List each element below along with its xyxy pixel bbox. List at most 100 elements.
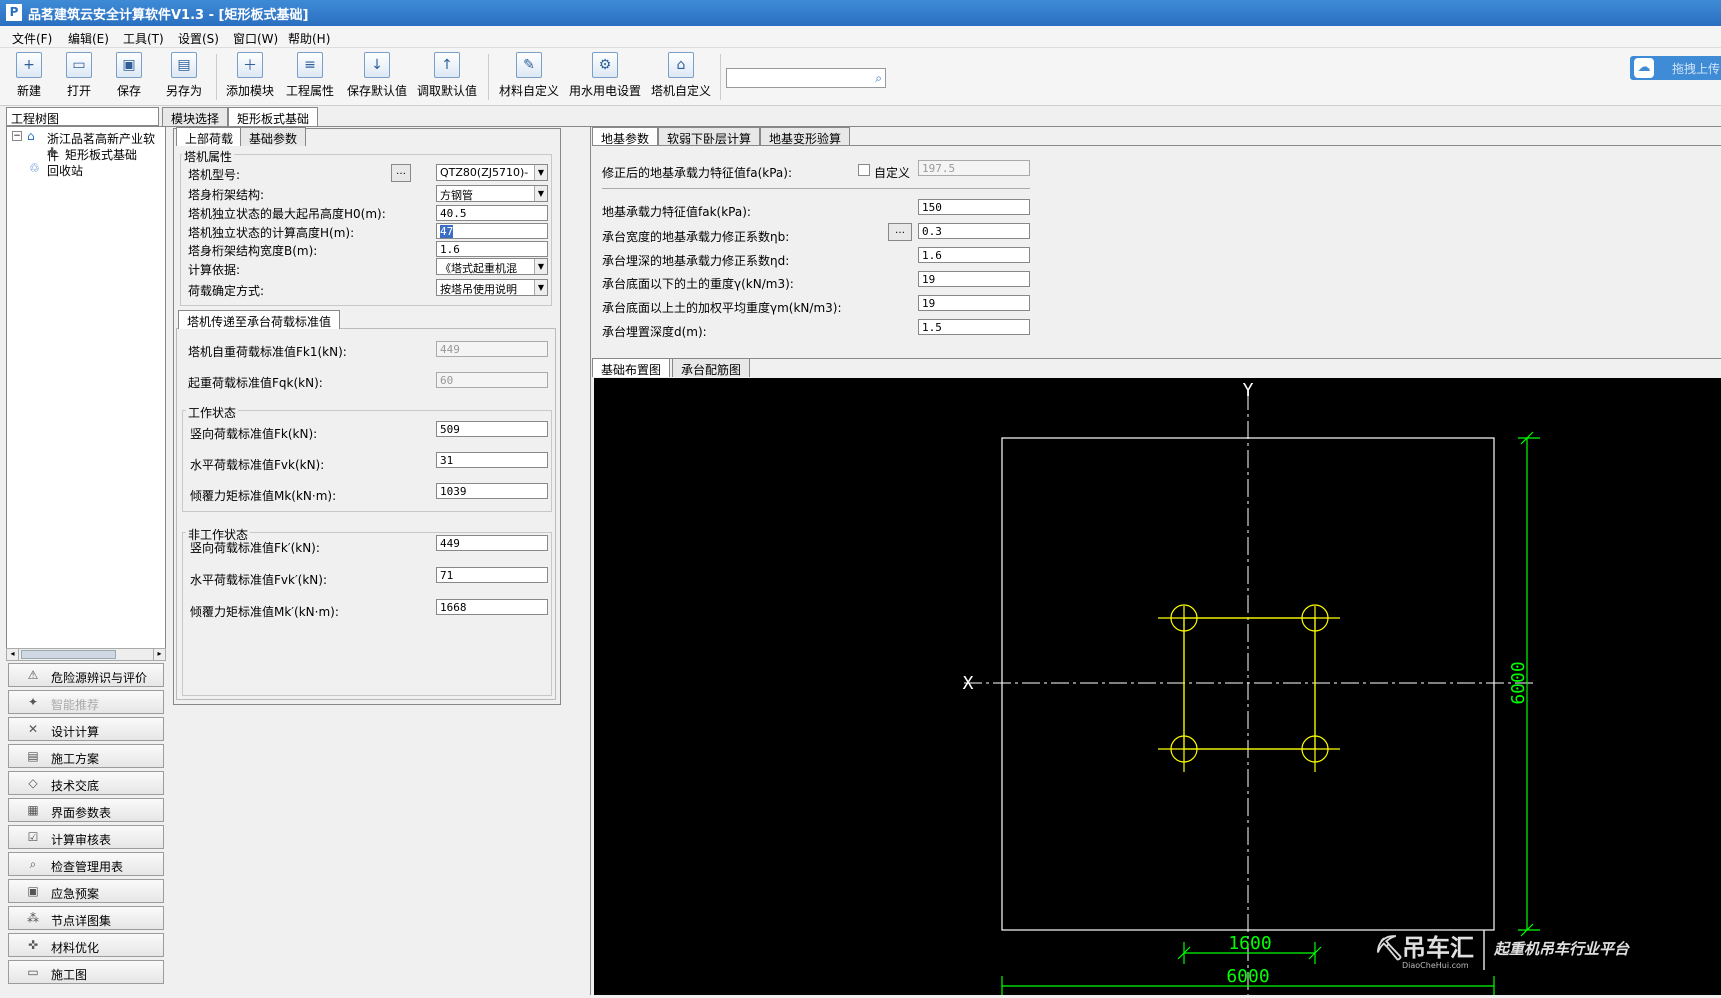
basis-select[interactable]: 《塔式起重机混 ▼: [436, 258, 548, 275]
horizontal-load-input[interactable]: 31: [436, 452, 548, 468]
lift-load-input[interactable]: 60: [436, 372, 548, 388]
depth-label: 承台埋置深度d(m):: [602, 325, 707, 339]
menu-help[interactable]: 帮助(H): [288, 30, 330, 47]
menu-window[interactable]: 窗口(W): [233, 30, 278, 47]
width-input[interactable]: 1.6: [436, 241, 548, 257]
menu-settings[interactable]: 设置(S): [178, 30, 219, 47]
load-mode-select[interactable]: 按塔吊使用说明 ▼: [436, 279, 548, 296]
inspect-icon: ⌕: [29, 857, 37, 871]
project-props-button[interactable]: ≡ 工程属性: [284, 50, 336, 104]
add-module-icon: ＋: [237, 52, 263, 78]
save-as-button[interactable]: ▤ 另存为: [164, 50, 204, 104]
nw-moment-input[interactable]: 1668: [436, 599, 548, 615]
gamma-label: 承台底面以下的土的重度γ(kN/m3):: [602, 277, 794, 291]
tree-scrollbar[interactable]: ◂ ▸: [6, 648, 166, 661]
load-default-button[interactable]: ↑ 调取默认值: [416, 50, 478, 104]
crane-custom-button[interactable]: ⌂ 塔机自定义: [650, 50, 712, 104]
axis-x-label: X: [963, 673, 974, 694]
side-btn-material-opt[interactable]: ✜ 材料优化: [8, 933, 164, 957]
eta-d-input[interactable]: 1.6: [918, 247, 1030, 263]
emergency-icon: ▣: [27, 884, 39, 898]
drawing-tab-top: [592, 358, 1721, 359]
floppy-icon: ▣: [116, 52, 142, 78]
upload-button[interactable]: ☁ 拖拽上传: [1630, 56, 1721, 80]
tree-item-recycle[interactable]: 回收站: [47, 162, 83, 179]
material-custom-button[interactable]: ✎ 材料自定义: [498, 50, 560, 104]
tab-rect-base[interactable]: 矩形板式基础: [228, 107, 319, 126]
gamma-input[interactable]: 19: [918, 271, 1030, 287]
side-btn-inspection[interactable]: ⌕ 检查管理用表: [8, 852, 164, 876]
menu-file[interactable]: 文件(F): [12, 30, 52, 47]
tab-deformation[interactable]: 地基变形验算: [760, 127, 851, 146]
gamma-m-input[interactable]: 19: [918, 295, 1030, 311]
side-btn-construction-plan[interactable]: ▤ 施工方案: [8, 744, 164, 768]
home-icon: ⌂: [27, 129, 35, 143]
max-height-label: 塔机独立状态的最大起吊高度H0(m):: [188, 207, 386, 221]
water-power-button[interactable]: ⚙ 用水用电设置: [568, 50, 642, 104]
work-state-label: 工作状态: [186, 404, 239, 421]
tab-module-select[interactable]: 模块选择: [162, 107, 229, 126]
nw-vertical-input[interactable]: 449: [436, 535, 548, 551]
self-weight-input[interactable]: 449: [436, 341, 548, 357]
watermark-url: DiaoCheHui.com: [1402, 961, 1469, 970]
eta-b-input[interactable]: 0.3: [918, 223, 1030, 239]
self-weight-label: 塔机自重荷载标准值Fk1(kN):: [188, 345, 347, 359]
tab-base-params[interactable]: 基础参数: [240, 127, 307, 146]
add-module-button[interactable]: ＋添加模块: [224, 50, 276, 104]
tab-transfer-loads[interactable]: 塔机传递至承台荷载标准值: [178, 310, 341, 329]
document-icon: ▤: [27, 749, 39, 763]
save-default-icon: ↓: [364, 52, 390, 78]
max-height-input[interactable]: 40.5: [436, 205, 548, 221]
side-btn-design-calc[interactable]: ✕ 设计计算: [8, 717, 164, 741]
side-btn-param-table[interactable]: ▦ 界面参数表: [8, 798, 164, 822]
search-input[interactable]: ⌕: [726, 68, 886, 88]
side-btn-emergency[interactable]: ▣ 应急预案: [8, 879, 164, 903]
calc-height-input[interactable]: 47: [436, 223, 548, 239]
side-btn-tech-brief[interactable]: ◇ 技术交底: [8, 771, 164, 795]
window-title: 品茗建筑云安全计算软件V1.3 - [矩形板式基础]: [28, 8, 309, 23]
fak-label: 地基承载力特征值fak(kPa):: [602, 205, 751, 219]
fak-input[interactable]: 150: [918, 199, 1030, 215]
side-btn-hazard[interactable]: ⚠ 危险源辨识与评价: [8, 663, 164, 687]
save-button[interactable]: ▣ 保存: [114, 50, 144, 104]
crane-model-select[interactable]: QTZ80(ZJ5710)- ▼: [436, 164, 548, 181]
tools-icon: ✕: [27, 722, 39, 736]
custom-checkbox[interactable]: [858, 164, 870, 176]
side-btn-recommend[interactable]: ✦ 智能推荐: [8, 690, 164, 714]
collapse-icon[interactable]: −: [12, 131, 22, 141]
scroll-left-icon[interactable]: ◂: [7, 649, 19, 660]
eta-b-dots-button[interactable]: …: [888, 223, 912, 241]
eta-d-label: 承台埋深的地基承载力修正系数ηd:: [602, 254, 790, 268]
watermark-slogan: 起重机吊车行业平台: [1493, 940, 1630, 958]
code-icon: ◇: [28, 776, 38, 790]
scroll-thumb[interactable]: [21, 650, 116, 659]
frame-select[interactable]: 方钢管 ▼: [436, 185, 548, 202]
side-btn-node-details[interactable]: ⁂ 节点详图集: [8, 906, 164, 930]
chevron-down-icon: ▼: [534, 186, 547, 201]
menu-edit[interactable]: 编辑(E): [68, 30, 109, 47]
tab-rebar-drawing[interactable]: 承台配筋图: [672, 358, 751, 377]
scroll-right-icon[interactable]: ▸: [153, 649, 165, 660]
crane-model-dots-button[interactable]: …: [391, 164, 411, 182]
depth-input[interactable]: 1.5: [918, 319, 1030, 335]
tab-ground-params[interactable]: 地基参数: [592, 127, 659, 146]
tree-item-rect-base[interactable]: 矩形板式基础: [65, 146, 137, 163]
crane-icon: ⌂: [668, 52, 694, 78]
new-button[interactable]: + 新建: [14, 50, 44, 104]
side-btn-audit-table[interactable]: ☑ 计算审核表: [8, 825, 164, 849]
vertical-load-input[interactable]: 509: [436, 421, 548, 437]
side-btn-drawing[interactable]: ▭ 施工图: [8, 960, 164, 984]
open-button[interactable]: ▭ 打开: [64, 50, 94, 104]
menu-tools[interactable]: 工具(T): [123, 30, 164, 47]
tab-layout-drawing[interactable]: 基础布置图: [592, 358, 671, 377]
fa-input[interactable]: 197.5: [918, 160, 1030, 176]
tab-weak-layer[interactable]: 软弱下卧层计算: [658, 127, 761, 146]
save-default-button[interactable]: ↓ 保存默认值: [346, 50, 408, 104]
frame-label: 塔身桁架结构:: [188, 188, 265, 202]
chevron-down-icon: ▼: [534, 259, 547, 274]
nw-horizontal-input[interactable]: 71: [436, 567, 548, 583]
dim-inner-text: 1600: [1228, 933, 1271, 954]
moment-input[interactable]: 1039: [436, 483, 548, 499]
drawing-canvas[interactable]: Y X 6000 1600 6000 ⛏ 吊车汇 DiaoCheHui.com …: [594, 378, 1721, 995]
tab-upper-load[interactable]: 上部荷载: [176, 127, 243, 146]
